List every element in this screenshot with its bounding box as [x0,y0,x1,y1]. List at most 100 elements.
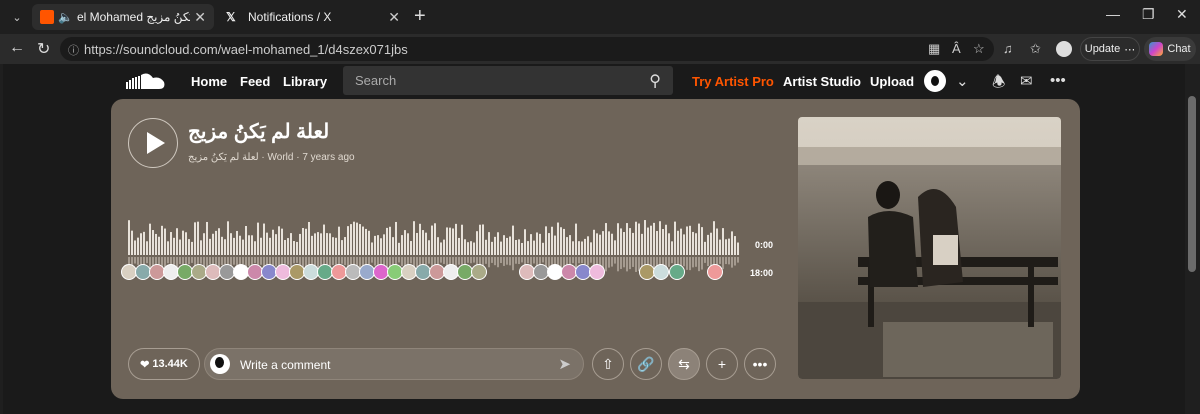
speaker-icon[interactable]: 🔈 [58,10,73,24]
waveform-bar [548,233,550,255]
waveform-bar [224,239,226,255]
waveform-bar [314,233,316,255]
address-bar[interactable]: ⓘ https://soundcloud.com/wael-mohamed_1/… [60,37,994,61]
waveform-bar [380,238,382,255]
waveform-bar [527,241,529,255]
heart-icon: ❤ [140,358,150,371]
close-tab-icon[interactable]: ✕ [388,9,400,26]
comment-avatar[interactable] [653,264,669,280]
copy-link-button[interactable]: 🔗 [630,348,662,380]
comment-avatar[interactable] [707,264,723,280]
nav-library[interactable]: Library [283,74,327,89]
soundcloud-logo-icon[interactable] [126,72,166,90]
waveform-bar [209,238,211,255]
back-arrow-icon[interactable]: ← [9,39,25,57]
waveform-bar [632,232,634,255]
comment-avatar[interactable] [471,264,487,280]
track-title[interactable]: لعلة لم يَكنُ مزيج [188,119,329,144]
add-to-playlist-button[interactable]: + [706,348,738,380]
track-genre-tag[interactable]: World [268,152,294,163]
tab-actions-menu-button[interactable]: ⌄ [5,5,29,29]
waveform-bar [284,240,286,255]
close-tab-icon[interactable]: ✕ [194,9,206,26]
refresh-icon[interactable]: ↻ [37,39,50,59]
user-avatar[interactable] [924,70,946,92]
site-info-icon[interactable]: ⓘ [68,42,79,58]
waveform-bar [179,239,181,255]
new-tab-button[interactable]: + [414,6,426,26]
waveform-bar [599,234,601,255]
waveform-bar [542,242,544,255]
notifications-bell-icon[interactable]: 🕭 [992,72,1005,97]
waveform-bar [383,234,385,255]
waveform-bar [236,230,238,255]
plus-icon: + [717,356,727,372]
waveform-bar [731,231,733,255]
waveform-bar [578,241,580,255]
waveform-bar [674,221,676,255]
waveform-bar [686,226,688,255]
comment-avatar[interactable] [669,264,685,280]
favorites-icon[interactable]: ✩ [1030,41,1041,57]
waveform-reflection-bar [146,257,148,264]
chevron-down-icon[interactable]: ⌄ [956,72,969,90]
search-input[interactable]: Search ⚲ [343,66,673,95]
waveform-bar [566,237,568,255]
media-control-icon[interactable]: ♫ [1003,41,1013,56]
waveform-bar [269,237,271,255]
tab-soundcloud[interactable]: 🔈 el Mohamed لعلة لم يَكنُ مزيج ✕ [32,4,214,30]
track-cover-art[interactable] [798,117,1061,379]
waveform-bar [713,221,715,255]
waveform-bar [260,237,262,255]
nav-feed[interactable]: Feed [240,74,270,89]
favorite-star-icon[interactable]: ☆ [973,41,985,57]
like-count: 13.44K [152,358,188,370]
like-button[interactable]: ❤ 13.44K [128,348,200,380]
copilot-chat-button[interactable]: Chat [1144,37,1196,61]
waveform-reflection-bar [293,257,295,264]
comment-input[interactable] [240,355,540,375]
waveform-bar [581,241,583,255]
comment-box: ➤ [204,348,584,380]
play-button[interactable] [128,118,178,168]
search-icon[interactable]: ⚲ [649,71,661,91]
update-button[interactable]: Update ⋯ [1080,37,1140,61]
waveform-bar [512,225,514,255]
share-button[interactable]: ⇧ [592,348,624,380]
minimize-button[interactable]: — [1106,6,1120,22]
try-artist-pro-link[interactable]: Try Artist Pro [692,74,774,89]
waveform-bar [410,241,412,255]
track-artist-link[interactable]: لعلة لم يَكنُ مزيج [188,152,259,163]
waveform-bar [671,241,673,255]
waveform-bar [365,228,367,255]
messages-mail-icon[interactable]: ✉ [1020,72,1033,90]
search-placeholder: Search [355,73,397,88]
waveform-bar [611,233,613,255]
waveform-reflection-bar [200,257,202,264]
repost-button[interactable]: ⇆ [668,348,700,380]
waveform-bar [689,225,691,255]
waveform-bar [455,223,457,255]
waveform-bar [425,232,427,255]
comment-avatar[interactable] [589,264,605,280]
send-comment-icon[interactable]: ➤ [558,355,571,373]
nav-home[interactable]: Home [191,74,227,89]
waveform-bar [230,233,232,255]
more-options-icon[interactable]: ••• [1050,72,1066,89]
waveform-bar [290,233,292,255]
tab-notifications[interactable]: 𝕏 Notifications / X ✕ [218,4,408,30]
nav-upload[interactable]: Upload [870,74,914,89]
close-window-button[interactable]: ✕ [1176,6,1188,23]
read-aloud-icon[interactable]: Â [952,41,961,56]
nav-artist-studio[interactable]: Artist Studio [783,74,861,89]
waveform-bar [278,226,280,255]
maximize-button[interactable]: ❐ [1142,6,1155,23]
apps-icon[interactable]: ▦ [928,41,940,57]
more-actions-button[interactable]: ••• [744,348,776,380]
waveform-bar [413,221,415,255]
scrollbar[interactable] [1188,96,1196,272]
waveform-reflection-bar [167,257,169,264]
waveform-bar [155,233,157,255]
waveform-bar [608,231,610,255]
profile-avatar[interactable] [1056,41,1072,57]
